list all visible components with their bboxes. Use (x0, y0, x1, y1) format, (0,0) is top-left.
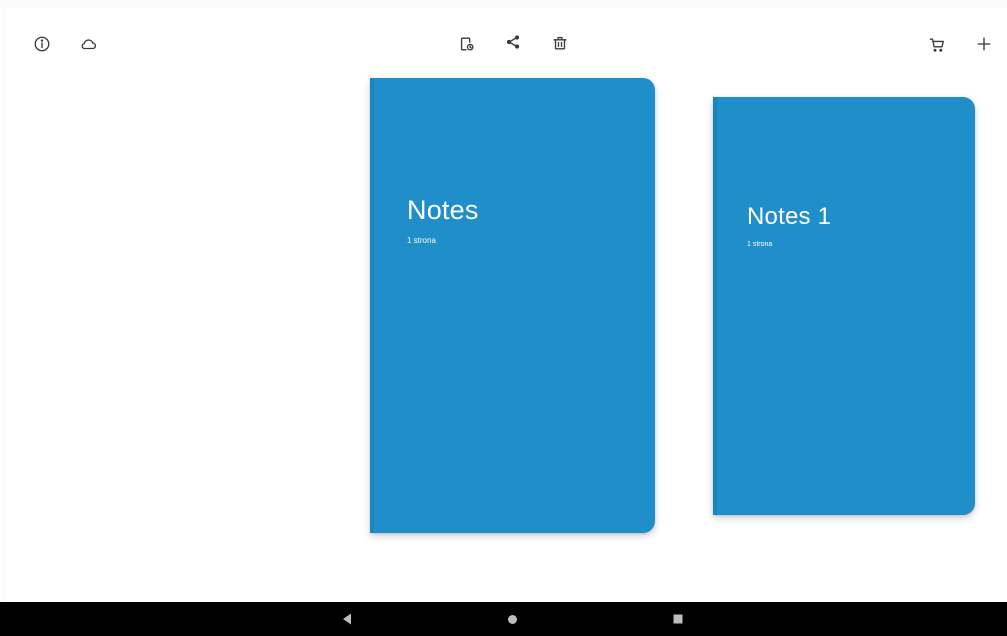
plus-icon (977, 37, 991, 51)
home-button[interactable] (497, 602, 527, 636)
info-button[interactable] (30, 32, 54, 56)
left-edge (0, 0, 7, 602)
cloud-icon (81, 39, 97, 50)
cart-icon (929, 38, 944, 52)
notebook-settings-icon (460, 37, 474, 51)
notebook-settings-button[interactable] (455, 32, 479, 56)
cloud-button[interactable] (76, 32, 100, 56)
back-button[interactable] (332, 602, 362, 636)
notebook-title: Notes (407, 195, 479, 225)
notebook-page-count: 1 strona (747, 241, 773, 248)
trash-icon (553, 36, 567, 50)
recents-icon (673, 614, 683, 624)
system-navigation-bar (0, 602, 1007, 636)
notebook-title: Notes 1 (747, 203, 832, 230)
info-icon (34, 36, 50, 52)
share-button[interactable] (501, 30, 525, 54)
add-notebook-button[interactable] (972, 32, 996, 56)
share-icon (506, 35, 520, 49)
delete-button[interactable] (548, 31, 572, 55)
recents-button[interactable] (663, 602, 693, 636)
notebook-card[interactable]: Notes 1 strona (370, 78, 655, 533)
back-icon (343, 613, 351, 625)
status-strip (0, 0, 1007, 8)
home-icon (507, 614, 517, 624)
notebook-page-count: 1 strona (407, 236, 436, 245)
notebook-card[interactable]: Notes 1 1 strona (713, 97, 975, 515)
cart-button[interactable] (925, 33, 949, 57)
